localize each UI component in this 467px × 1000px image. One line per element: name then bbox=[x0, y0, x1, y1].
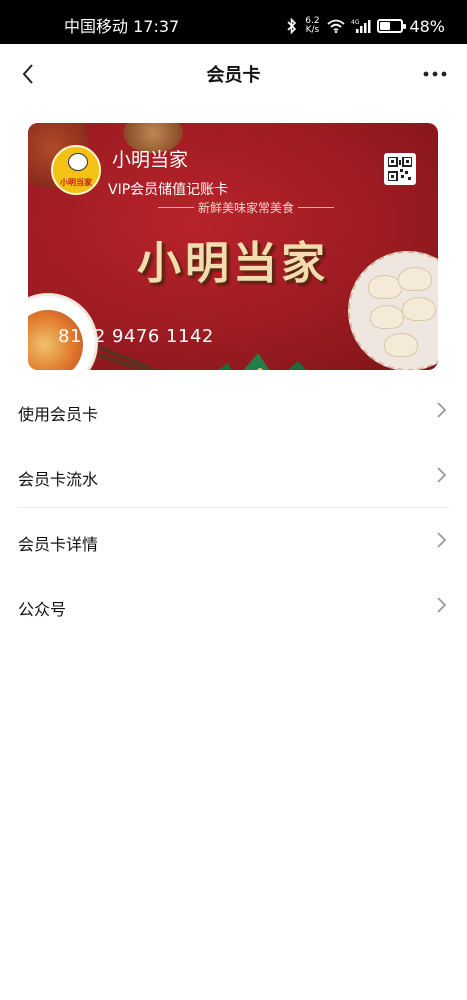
dumpling bbox=[368, 275, 402, 299]
brand-logo: 小明当家 bbox=[51, 145, 101, 195]
svg-text:4G: 4G bbox=[351, 19, 360, 26]
chevron-right-icon bbox=[437, 597, 447, 613]
card-subtitle: VIP会员储值记账卡 bbox=[108, 182, 229, 198]
logo-text: 小明当家 bbox=[60, 178, 92, 187]
more-button[interactable] bbox=[417, 56, 453, 92]
battery-percent: 48% bbox=[409, 16, 445, 36]
net-speed: 6.2 K/s bbox=[305, 16, 320, 35]
card-slogan: 新鲜美味家常美食 bbox=[158, 199, 335, 216]
chevron-right-icon bbox=[437, 467, 447, 483]
menu-item-card-details[interactable]: 会员卡详情 bbox=[18, 508, 449, 573]
menu-item-label: 会员卡详情 bbox=[18, 535, 99, 554]
wifi-icon bbox=[327, 19, 346, 33]
status-bar: 中国移动 17:37 6.2 K/s 4G 48% bbox=[0, 0, 467, 44]
brand-name: 小明当家 bbox=[112, 149, 189, 171]
page-title: 会员卡 bbox=[206, 65, 261, 86]
dumpling bbox=[370, 305, 404, 329]
menu-item-label: 会员卡流水 bbox=[18, 470, 99, 489]
battery-icon bbox=[377, 19, 407, 33]
qr-code-icon bbox=[387, 156, 413, 182]
membership-card[interactable]: 小明当家 小明当家 VIP会员储值记账卡 新鲜美味家常美食 小明当家 8192 … bbox=[28, 123, 438, 370]
divider bbox=[158, 207, 194, 208]
chef-icon bbox=[68, 153, 88, 171]
status-icons: 6.2 K/s 4G 48% bbox=[287, 14, 445, 38]
dumpling bbox=[384, 333, 418, 357]
qr-code-button[interactable] bbox=[384, 153, 416, 185]
menu-item-label: 公众号 bbox=[18, 600, 67, 619]
more-dots-icon bbox=[423, 71, 447, 77]
nav-bar: 会员卡 bbox=[0, 44, 467, 104]
card-number: 8192 9476 1142 bbox=[58, 326, 214, 347]
dumpling bbox=[402, 297, 436, 321]
dumpling bbox=[398, 267, 432, 291]
carrier-time: 中国移动 17:37 bbox=[64, 17, 180, 36]
menu-list: 使用会员卡 会员卡流水 会员卡详情 公众号 bbox=[0, 378, 467, 638]
signal-icon: 4G bbox=[351, 19, 371, 33]
menu-item-official-account[interactable]: 公众号 bbox=[18, 573, 449, 638]
chevron-right-icon bbox=[437, 402, 447, 418]
divider bbox=[298, 207, 335, 208]
menu-item-label: 使用会员卡 bbox=[18, 405, 99, 424]
menu-item-card-transactions[interactable]: 会员卡流水 bbox=[18, 443, 449, 508]
menu-item-use-card[interactable]: 使用会员卡 bbox=[18, 378, 449, 443]
bluetooth-icon bbox=[287, 18, 297, 34]
chevron-right-icon bbox=[437, 532, 447, 548]
